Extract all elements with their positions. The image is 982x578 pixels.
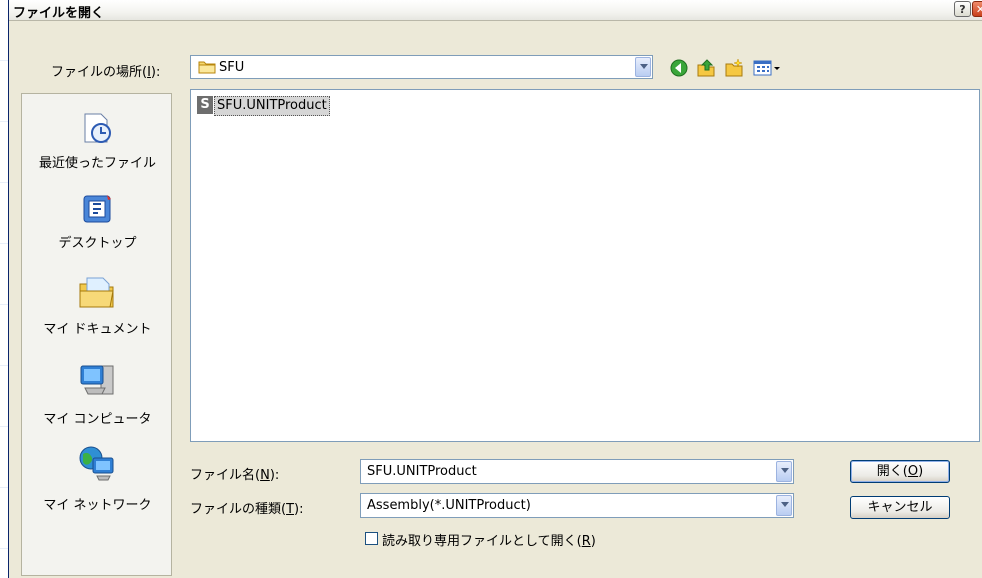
readonly-label[interactable]: 読み取り専用ファイルとして開く(R) bbox=[382, 530, 596, 549]
desktop-icon bbox=[83, 195, 111, 223]
place-label: マイ コンピュータ bbox=[43, 412, 152, 427]
file-type-combobox[interactable]: Assembly(*.UNITProduct) bbox=[360, 493, 794, 518]
place-label: マイ ドキュメント bbox=[43, 322, 152, 337]
look-in-combobox[interactable]: SFU bbox=[190, 55, 653, 79]
place-recent-files[interactable]: 最近使ったファイル bbox=[22, 106, 173, 178]
file-name-label: ファイル名(N): bbox=[190, 468, 280, 483]
place-my-network[interactable]: マイ ネットワーク bbox=[22, 444, 173, 514]
view-menu-icon[interactable] bbox=[752, 58, 782, 78]
place-label: マイ ネットワーク bbox=[43, 498, 152, 513]
open-file-dialog: ファイルを開く ? ✕ ファイルの場所(I): SFU 最近使ったファイル デス… bbox=[8, 0, 982, 578]
folder-icon bbox=[198, 61, 216, 74]
file-name-combobox[interactable]: SFU.UNITProduct bbox=[360, 459, 794, 484]
look-in-value: SFU bbox=[219, 60, 245, 75]
help-button[interactable]: ? bbox=[954, 1, 971, 17]
look-in-label: ファイルの場所(I): bbox=[51, 65, 161, 80]
file-type-dropdown-button[interactable] bbox=[776, 495, 792, 516]
new-folder-icon[interactable] bbox=[724, 58, 744, 78]
my-network-icon bbox=[79, 446, 114, 481]
readonly-checkbox[interactable] bbox=[365, 532, 378, 545]
place-my-documents[interactable]: マイ ドキュメント bbox=[22, 272, 173, 342]
title-bar[interactable]: ファイルを開く ? ✕ bbox=[9, 0, 982, 21]
file-name-dropdown-button[interactable] bbox=[776, 461, 792, 482]
file-s-icon: S bbox=[197, 96, 213, 114]
close-button[interactable]: ✕ bbox=[972, 1, 982, 17]
place-my-computer[interactable]: マイ コンピュータ bbox=[22, 358, 173, 428]
cancel-button[interactable]: キャンセル bbox=[850, 496, 950, 519]
places-bar: 最近使ったファイル デスクトップ マイ ドキュメント マイ コンピュータ マイ … bbox=[21, 93, 172, 576]
place-label: デスクトップ bbox=[58, 236, 137, 251]
recent-files-icon bbox=[84, 113, 111, 143]
file-list[interactable]: S SFU.UNITProduct bbox=[190, 89, 980, 442]
my-computer-icon bbox=[80, 365, 114, 395]
back-icon[interactable] bbox=[669, 58, 689, 78]
place-label: 最近使ったファイル bbox=[38, 156, 156, 171]
file-type-value: Assembly(*.UNITProduct) bbox=[367, 498, 531, 513]
file-type-label: ファイルの種類(T): bbox=[190, 502, 304, 517]
open-button[interactable]: 開く(O) bbox=[850, 460, 950, 483]
my-documents-icon bbox=[79, 277, 114, 308]
file-name: SFU.UNITProduct bbox=[214, 96, 330, 116]
place-desktop[interactable]: デスクトップ bbox=[22, 190, 173, 256]
look-in-dropdown-button[interactable] bbox=[635, 57, 651, 77]
dialog-title: ファイルを開く bbox=[13, 6, 105, 21]
up-folder-icon[interactable] bbox=[696, 58, 716, 78]
file-name-value: SFU.UNITProduct bbox=[367, 464, 477, 479]
